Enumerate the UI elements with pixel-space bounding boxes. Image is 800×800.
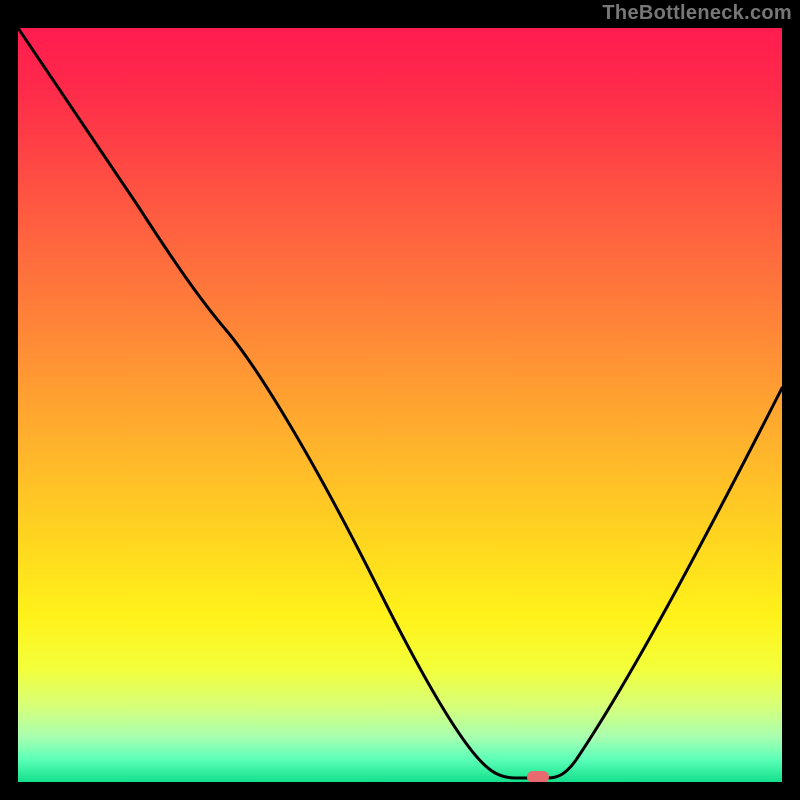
- chart-stage: TheBottleneck.com: [0, 0, 800, 800]
- plot-area: [18, 28, 782, 782]
- optimum-marker: [527, 771, 549, 782]
- curve-path: [18, 28, 782, 778]
- bottleneck-curve: [18, 28, 782, 782]
- watermark-text: TheBottleneck.com: [602, 2, 792, 25]
